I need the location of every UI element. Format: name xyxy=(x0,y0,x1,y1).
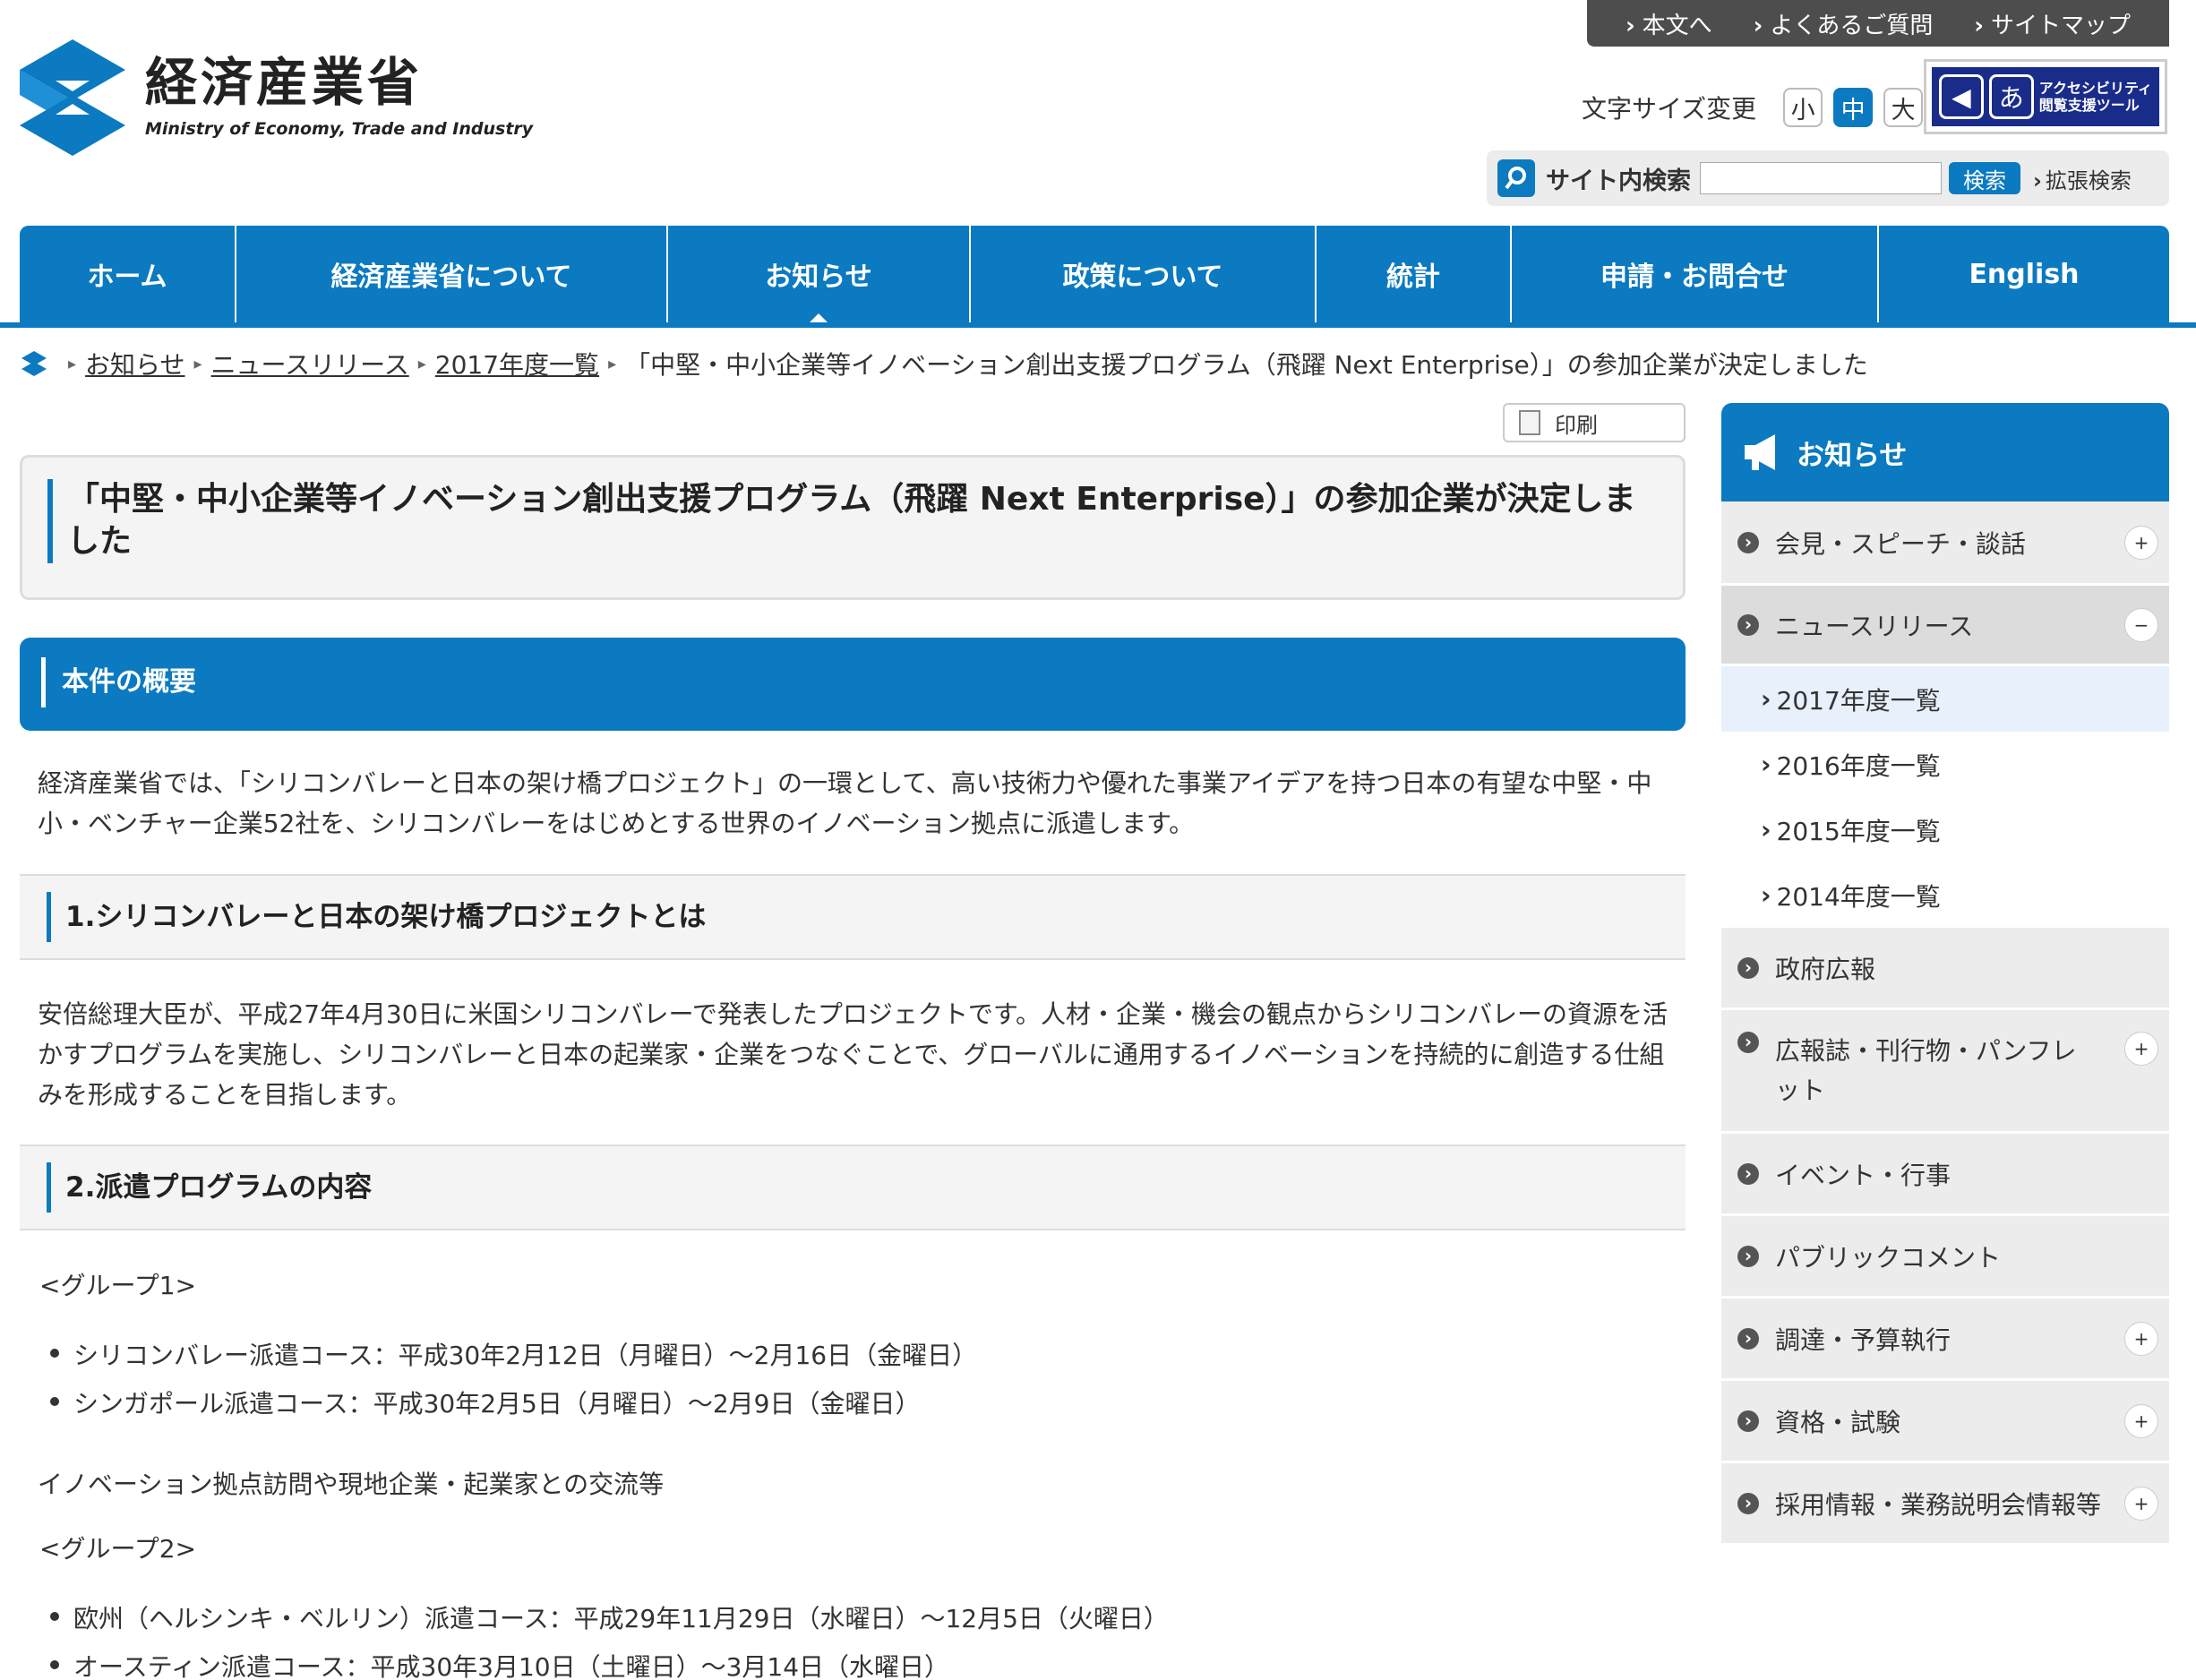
sidebar-item-gov-pr[interactable]: 政府広報 xyxy=(1721,928,2169,1010)
sidebar-sub-2014[interactable]: 2014年度一覧 xyxy=(1721,862,2169,928)
search-icon xyxy=(1497,159,1535,197)
list-item: シンガポール派遣コース：平成30年2月5日（月曜日）～2月9日（金曜日） xyxy=(50,1384,921,1420)
search-input[interactable] xyxy=(1700,162,1942,194)
expand-icon[interactable]: + xyxy=(2124,1486,2158,1521)
accessibility-sublabel: 閲覧支援ツール xyxy=(2038,97,2140,114)
site-search: サイト内検索 検索 拡張検索 xyxy=(1487,150,2169,206)
gnav-english[interactable]: English xyxy=(1879,226,2169,322)
printer-icon xyxy=(1519,410,1540,435)
accessibility-label: アクセシビリティ xyxy=(2038,79,2152,97)
sidebar-sub-2017[interactable]: 2017年度一覧 xyxy=(1721,666,2169,732)
page-title-box: 「中堅・中小企業等イノベーション創出支援プログラム（飛躍 Next Enterp… xyxy=(20,455,1686,600)
list-item: オースティン派遣コース：平成30年3月10日（土曜日）～3月14日（水曜日） xyxy=(49,1648,949,1680)
breadcrumb-separator: ▸ xyxy=(608,354,617,373)
group1-note: イノベーション拠点訪問や現地企業・起業家との交流等 xyxy=(38,1470,665,1499)
font-size-large-button[interactable]: 大 xyxy=(1883,88,1924,127)
utility-nav: 本文へ よくあるご質問 サイトマップ xyxy=(1587,0,2169,47)
sidebar-header: お知らせ xyxy=(1721,403,2169,501)
sidebar-item-label: 広報誌・刊行物・パンフレット xyxy=(1775,1036,2077,1105)
speaker-icon: ◀ xyxy=(1939,74,1984,119)
sidebar-sub-2016[interactable]: 2016年度一覧 xyxy=(1721,732,2169,797)
sidebar-item-recruitment[interactable]: 採用情報・業務説明会情報等 + xyxy=(1721,1463,2169,1546)
breadcrumb-separator: ▸ xyxy=(68,354,77,373)
section2-heading: 2.派遣プログラムの内容 xyxy=(47,1162,1659,1213)
list-item: シリコンバレー派遣コース：平成30年2月12日（月曜日）～2月16日（金曜日） xyxy=(49,1336,977,1372)
print-button[interactable]: 印刷 xyxy=(1503,403,1686,442)
home-icon[interactable] xyxy=(20,349,48,378)
list-item: 欧州（ヘルシンキ・ベルリン）派遣コース：平成29年11月29日（水曜日）～12月… xyxy=(50,1599,1169,1635)
search-label: サイト内検索 xyxy=(1546,167,1691,195)
gnav-applications[interactable]: 申請・お問合せ xyxy=(1512,226,1879,322)
gnav-underline xyxy=(0,322,2196,328)
meti-logo[interactable]: 経済産業省 Ministry of Economy, Trade and Ind… xyxy=(20,39,533,156)
breadcrumb-news-release[interactable]: ニュースリリース xyxy=(211,346,409,381)
sidebar-sub-2015[interactable]: 2015年度一覧 xyxy=(1721,797,2169,862)
sidebar-item-qualifications[interactable]: 資格・試験 + xyxy=(1721,1381,2169,1463)
hiragana-a-icon: あ xyxy=(1988,74,2034,119)
gnav-news[interactable]: お知らせ xyxy=(668,226,971,322)
overview-heading: 本件の概要 xyxy=(41,657,1664,707)
sitemap-link[interactable]: サイトマップ xyxy=(1974,7,2131,40)
sidebar-item-news-release[interactable]: ニュースリリース − xyxy=(1721,586,2169,666)
breadcrumb-separator: ▸ xyxy=(193,354,202,373)
expand-icon[interactable]: + xyxy=(2124,1032,2158,1066)
section1-paragraph: 安倍総理大臣が、平成27年4月30日に米国シリコンバレーで発表したプロジェクトで… xyxy=(38,999,1668,1110)
group2-label: <グループ2> xyxy=(39,1534,197,1564)
gnav-policy[interactable]: 政策について xyxy=(971,226,1317,322)
sidebar-item-label: ニュースリリース xyxy=(1775,611,1974,641)
expand-icon[interactable]: + xyxy=(2124,1321,2158,1356)
print-label: 印刷 xyxy=(1555,412,1598,438)
font-size-medium-button[interactable]: 中 xyxy=(1833,88,1874,127)
breadcrumb-news[interactable]: お知らせ xyxy=(85,346,184,381)
breadcrumb-separator: ▸ xyxy=(417,354,426,373)
sidebar-menu: 会見・スピーチ・談話 + ニュースリリース − 2017年度一覧 2016年度一… xyxy=(1721,501,2169,1546)
sidebar-item-label: パブリックコメント xyxy=(1775,1242,2002,1273)
group1-label: <グループ1> xyxy=(39,1271,197,1300)
sidebar-title: お知らせ xyxy=(1797,439,1908,472)
breadcrumb-2017[interactable]: 2017年度一覧 xyxy=(435,346,599,381)
expand-icon[interactable]: + xyxy=(2124,1403,2158,1438)
sidebar-item-label: 採用情報・業務説明会情報等 xyxy=(1775,1489,2102,1520)
expand-icon[interactable]: + xyxy=(2124,525,2158,560)
sidebar-submenu: 2017年度一覧 2016年度一覧 2015年度一覧 2014年度一覧 xyxy=(1721,666,2169,928)
gnav-about[interactable]: 経済産業省について xyxy=(236,226,668,322)
gnav-home[interactable]: ホーム xyxy=(20,226,236,322)
page-title: 「中堅・中小企業等イノベーション創出支援プログラム（飛躍 Next Enterp… xyxy=(47,479,1658,563)
faq-link[interactable]: よくあるご質問 xyxy=(1754,7,1933,40)
logo-japanese-name: 経済産業省 xyxy=(145,52,424,113)
logo-english-name: Ministry of Economy, Trade and Industry xyxy=(145,119,534,139)
sidebar-item-label: 資格・試験 xyxy=(1775,1407,1901,1437)
font-size-label: 文字サイズ変更 xyxy=(1582,94,1757,124)
collapse-icon[interactable]: − xyxy=(2124,607,2158,642)
font-size-switcher: 文字サイズ変更 小 中 大 xyxy=(1582,88,1924,127)
sidebar-item-label: イベント・行事 xyxy=(1775,1160,1952,1190)
search-button[interactable]: 検索 xyxy=(1949,162,2020,194)
sidebar-item-label: 政府広報 xyxy=(1775,954,1876,984)
skip-to-content-link[interactable]: 本文へ xyxy=(1626,7,1712,40)
sidebar-item-label: 会見・スピーチ・談話 xyxy=(1775,528,2027,559)
section1-heading: 1.シリコンバレーと日本の架け橋プロジェクトとは xyxy=(47,892,1659,942)
sidebar-item-press[interactable]: 会見・スピーチ・談話 + xyxy=(1721,501,2169,586)
section1-heading-box: 1.シリコンバレーと日本の架け橋プロジェクトとは xyxy=(20,874,1686,960)
sidebar-item-publications[interactable]: 広報誌・刊行物・パンフレット + xyxy=(1721,1010,2169,1134)
sidebar-item-events[interactable]: イベント・行事 xyxy=(1721,1134,2169,1216)
accessibility-tool-button[interactable]: ◀ あ アクセシビリティ 閲覧支援ツール xyxy=(1924,59,2167,134)
sidebar-item-procurement[interactable]: 調達・予算執行 + xyxy=(1721,1299,2169,1381)
font-size-small-button[interactable]: 小 xyxy=(1783,88,1823,127)
sidebar-item-public-comment[interactable]: パブリックコメント xyxy=(1721,1216,2169,1299)
advanced-search-link[interactable]: 拡張検索 xyxy=(2033,163,2132,194)
sidebar-item-label: 調達・予算執行 xyxy=(1775,1324,1952,1355)
meti-logo-icon xyxy=(20,39,125,156)
megaphone-icon xyxy=(1745,434,1775,470)
breadcrumb-current: 「中堅・中小企業等イノベーション創出支援プログラム（飛躍 Next Enterp… xyxy=(625,350,1868,380)
section2-heading-box: 2.派遣プログラムの内容 xyxy=(20,1144,1686,1230)
gnav-statistics[interactable]: 統計 xyxy=(1317,226,1512,322)
global-nav: ホーム 経済産業省について お知らせ 政策について 統計 申請・お問合せ Eng… xyxy=(20,226,2169,322)
overview-heading-box: 本件の概要 xyxy=(20,638,1686,731)
breadcrumb: ▸ お知らせ ▸ ニュースリリース ▸ 2017年度一覧 ▸ 「中堅・中小企業等… xyxy=(20,346,1868,381)
overview-paragraph: 経済産業省では、「シリコンバレーと日本の架け橋プロジェクト」の一環として、高い技… xyxy=(38,768,1652,838)
